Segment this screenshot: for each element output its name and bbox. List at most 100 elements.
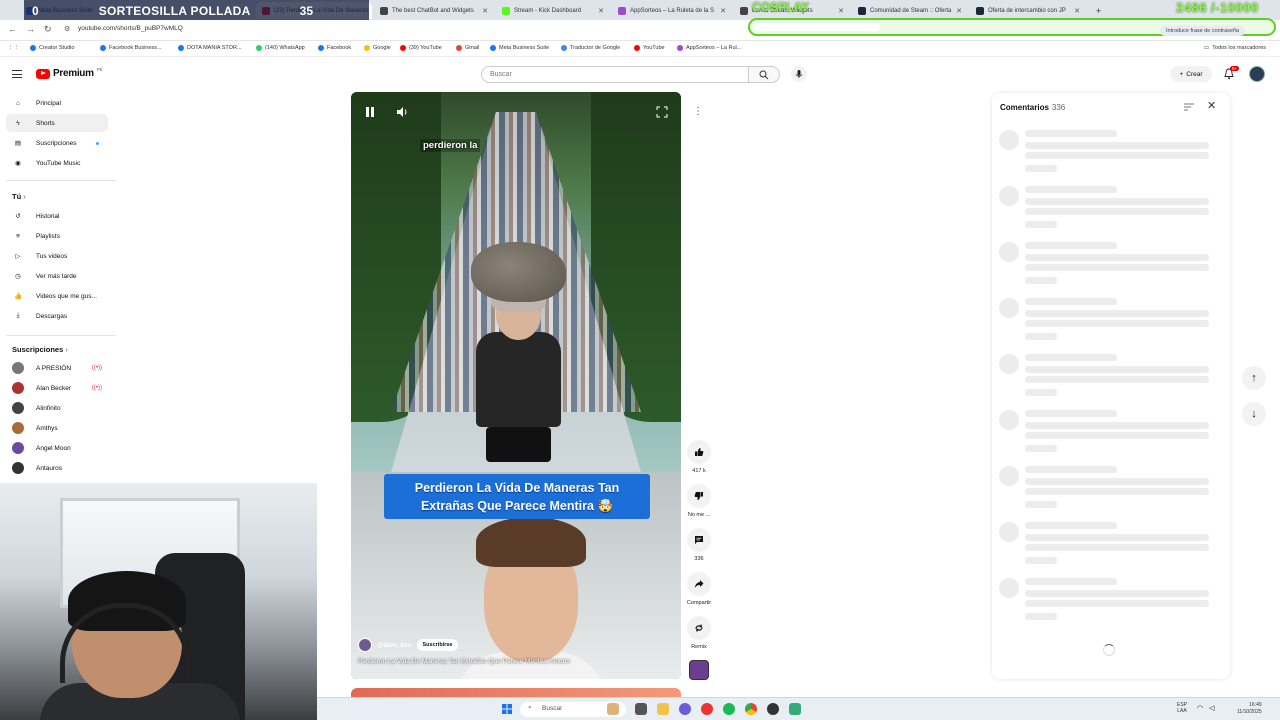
taskbar-app-icon[interactable] [679,703,691,715]
bookmark-favicon [561,45,567,51]
plus-icon: + [1179,70,1184,78]
subscribe-button[interactable]: Suscribirse [416,639,459,651]
menu-icon[interactable] [12,70,22,78]
folder-icon[interactable] [657,703,669,715]
comments-header: Comentarios 336 [1000,103,1065,112]
youtube-logo[interactable]: Premium PE [36,67,103,79]
subscription-item[interactable]: A PRESIÓN ((•)) [6,359,108,377]
taskbar-app-icon[interactable] [607,703,619,715]
browser-tab[interactable]: The best ChatBot and Widgets ✕ [374,2,494,19]
channel-avatar[interactable] [358,638,372,652]
pause-icon[interactable] [362,104,378,120]
language-indicator[interactable]: ESP LAA [1177,702,1187,714]
opera-icon[interactable] [701,703,713,715]
video-title[interactable]: Perdieron La Vida De Maneras Tan Extraña… [358,658,570,665]
subscriptions-section-title[interactable]: Suscripciones › [12,345,68,354]
sidebar-item[interactable]: ▤ Suscripciones [6,134,108,152]
password-phrase-hint[interactable]: Introduce frase de contraseña [1160,26,1246,36]
bookmark-item[interactable]: Traductor de Google [561,45,620,51]
sidebar-item[interactable]: ⌂ Principal [6,94,108,112]
forward-icon[interactable]: → [26,24,35,34]
chrome-icon[interactable] [745,703,757,715]
voice-search-button[interactable] [791,66,807,82]
subscription-item[interactable]: Amthys [6,419,108,437]
you-section-title[interactable]: Tú › [12,192,26,201]
bookmark-item[interactable]: (39) YouTube [400,45,442,51]
close-tab-icon[interactable]: ✕ [482,7,488,15]
sort-icon[interactable] [1184,103,1194,111]
sidebar-item[interactable]: ◷ Ver más tarde [6,267,108,285]
bookmark-item[interactable]: YouTube [634,45,665,51]
close-tab-icon[interactable]: ✕ [956,7,962,15]
spotify-icon[interactable] [723,703,735,715]
taskbar-app-icon[interactable] [767,703,779,715]
sidebar-item[interactable]: ◉ YouTube Music [6,154,108,172]
bookmark-item[interactable]: Facebook Business... [100,45,162,51]
subscription-item[interactable]: Alan Becker ((•)) [6,379,108,397]
volume-icon[interactable]: ◁ [1209,704,1214,712]
sidebar-item[interactable]: ▷ Tus videos [6,247,108,265]
remix-button[interactable]: Remix [682,616,716,650]
live-icon: ((•)) [91,385,102,391]
create-button[interactable]: + Crear [1170,66,1212,82]
browser-tab[interactable]: AppSorteos – La Ruleta de la S ✕ [612,2,732,19]
new-tab-icon[interactable]: + [1090,2,1107,19]
browser-tab[interactable]: Oferta de intercambio con JP ✕ [970,2,1086,19]
bookmark-item[interactable]: (140) WhatsApp [256,45,305,51]
apps-icon[interactable]: ⋮⋮ [8,45,19,51]
sound-thumbnail[interactable] [689,660,709,680]
bookmark-item[interactable]: AppSorteos – La Rul... [677,45,741,51]
sidebar-item[interactable]: ⤓ Descargas [6,307,108,325]
taskbar-app-icon[interactable] [789,703,801,715]
bookmark-item[interactable]: Meta Business Suite [490,45,549,51]
dislike-button[interactable]: No me ... [682,484,716,518]
bookmark-item[interactable]: Google [364,45,391,51]
previous-short-button[interactable]: ↑ [1242,366,1266,390]
channel-name[interactable]: @dani_itss [377,642,412,649]
subscription-item[interactable]: Alinfinito [6,399,108,417]
bookmark-item[interactable]: Facebook [318,45,351,51]
close-tab-icon[interactable]: ✕ [720,7,726,15]
browser-tab[interactable]: Stream - Kick Dashboard ✕ [496,2,610,19]
wifi-icon[interactable]: ◠ [1197,704,1203,712]
close-tab-icon[interactable]: ✕ [598,7,604,15]
bookmark-item[interactable]: Gmail [456,45,479,51]
shorts-video-player[interactable] [351,92,681,679]
url-field[interactable]: youtube.com/shorts/B_puBP7wMLQ [78,25,183,32]
like-button[interactable]: 417 k [682,440,716,474]
comments-button[interactable]: 336 [682,528,716,562]
bookmark-item[interactable]: Creator Studio [30,45,74,51]
browser-tab[interactable]: Comunidad de Steam :: Oferta ✕ [852,2,968,19]
sidebar-item[interactable]: ≡ Playlists [6,227,108,245]
account-avatar[interactable] [1249,66,1265,82]
close-icon[interactable]: ✕ [1207,101,1216,112]
windows-start-icon[interactable] [502,704,512,714]
next-short-button[interactable]: ↓ [1242,402,1266,426]
share-button[interactable]: Compartir [682,572,716,606]
fullscreen-icon[interactable] [656,106,668,118]
sidebar-item-label: Historial [36,212,60,220]
close-tab-icon[interactable]: ✕ [838,7,844,15]
all-bookmarks[interactable]: ▭ Todos los marcadores [1204,45,1266,51]
search-button[interactable] [749,66,780,83]
bookmark-favicon [178,45,184,51]
search-input[interactable]: Buscar [481,66,749,83]
clock[interactable]: 16:49 11/10/2025 [1237,702,1262,716]
site-info-icon[interactable]: ⚙ [64,25,70,33]
sidebar-item[interactable]: ↺ Historial [6,207,108,225]
bookmark-item[interactable]: DOTA MANIA STOR... [178,45,242,51]
sidebar-item[interactable]: ϟ Shorts [6,114,108,132]
subscription-item[interactable]: Antauros [6,459,108,477]
sidebar-item[interactable]: 👍 Videos que me gus... [6,287,108,305]
more-options-icon[interactable]: ⋮ [690,104,706,120]
close-tab-icon[interactable]: ✕ [1074,7,1080,15]
volume-icon[interactable] [394,104,410,120]
taskbar-app-icon[interactable] [635,703,647,715]
sidebar-divider [6,335,116,336]
subscription-item[interactable]: Angel Moon [6,439,108,457]
channel-row: @dani_itss Suscribirse [358,638,459,652]
skeleton-line [1025,466,1117,473]
back-icon[interactable]: ← [8,24,17,34]
reload-icon[interactable]: ↻ [44,24,52,35]
subscription-label: Alan Becker [36,384,72,392]
